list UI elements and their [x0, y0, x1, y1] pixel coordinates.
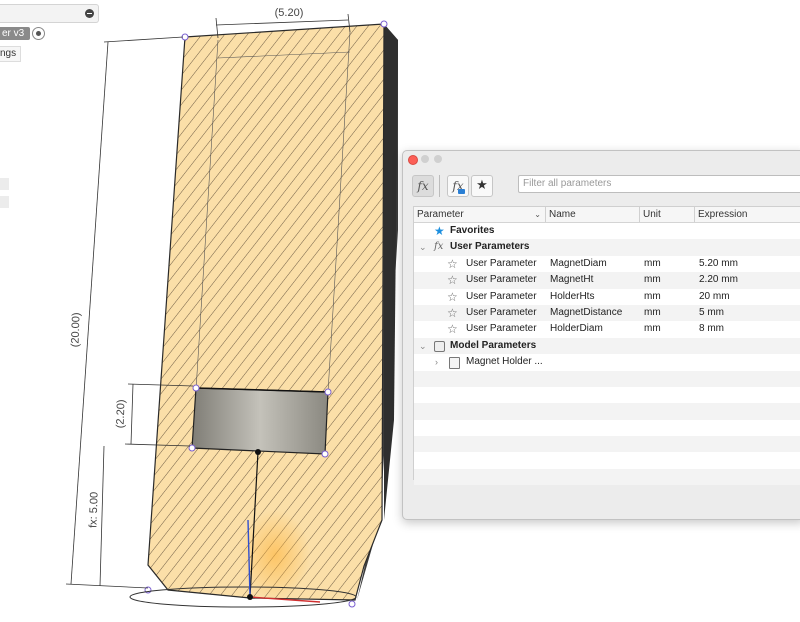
param-name[interactable]: MagnetDistance [550, 305, 622, 321]
column-label: Unit [643, 209, 661, 220]
table-row[interactable]: ☆ User Parameter MagnetHt mm 2.20 mm [414, 272, 800, 289]
param-name[interactable]: HolderHts [550, 289, 594, 305]
param-expression[interactable]: 5 mm [699, 305, 724, 321]
star-filled-icon: ★ [434, 224, 445, 238]
close-window-button[interactable] [408, 155, 418, 165]
param-unit[interactable]: mm [644, 305, 661, 321]
holder-front-face [147, 23, 385, 601]
model-parameters-group-row[interactable]: ⌄ Model Parameters [414, 337, 800, 355]
favorites-filter-button[interactable]: ★ [471, 175, 493, 197]
filter-parameters-input[interactable]: Filter all parameters [518, 175, 800, 193]
favorites-group-row[interactable]: ★ Favorites [414, 223, 800, 239]
param-name[interactable]: MagnetDiam [550, 256, 607, 272]
empty-row [414, 468, 800, 486]
zoom-window-button[interactable] [434, 155, 442, 163]
table-row[interactable]: ☆ User Parameter HolderDiam mm 8 mm [414, 321, 800, 337]
dimension-height[interactable]: (20.00) [69, 312, 82, 347]
browser-item-fragment [0, 196, 9, 208]
param-expression[interactable]: 20 mm [699, 289, 730, 305]
column-label: Parameter [417, 209, 464, 220]
param-name[interactable]: HolderDiam [550, 321, 603, 337]
param-type: User Parameter [466, 306, 537, 318]
param-type: User Parameter [466, 290, 537, 302]
chevron-down-icon[interactable]: ⌄ [419, 239, 427, 255]
param-type: User Parameter [466, 323, 537, 335]
browser-item-fragment [0, 178, 9, 190]
column-label: Expression [698, 209, 748, 220]
empty-row [414, 387, 800, 403]
dimension-magnet-offset[interactable]: fx: 5.00 [87, 492, 100, 528]
activate-radio-icon[interactable] [32, 27, 45, 40]
star-outline-icon[interactable]: ☆ [447, 305, 458, 321]
chevron-down-icon[interactable]: ⌄ [419, 338, 427, 354]
model-component-row[interactable]: › Magnet Holder ... [414, 354, 800, 370]
param-unit[interactable]: mm [644, 256, 661, 272]
dimension-slot-height[interactable]: (2.20) [115, 399, 128, 428]
empty-row [414, 452, 800, 468]
toolbar-divider [439, 175, 440, 197]
column-parameter[interactable]: Parameter ⌄ [414, 207, 546, 222]
table-row[interactable]: ☆ User Parameter MagnetDistance mm 5 mm [414, 304, 800, 322]
star-outline-icon[interactable]: ☆ [447, 272, 458, 288]
component-label: Magnet Holder ... [466, 356, 543, 368]
star-outline-icon[interactable]: ☆ [447, 289, 458, 305]
active-component-label[interactable]: er v3 [0, 27, 30, 40]
column-label: Name [549, 209, 576, 220]
user-parameters-group-row[interactable]: ⌄ fx User Parameters [414, 239, 800, 256]
param-unit[interactable]: mm [644, 272, 661, 288]
table-row[interactable]: ☆ User Parameter HolderHts mm 20 mm [414, 289, 800, 305]
user-parameter-button[interactable]: fx [412, 175, 434, 197]
star-outline-icon[interactable]: ☆ [447, 256, 458, 272]
star-icon: ★ [476, 178, 488, 193]
column-unit[interactable]: Unit [640, 207, 695, 222]
group-label: Favorites [450, 225, 495, 236]
parameters-table: Parameter ⌄ Name Unit Expression ★ Favor… [413, 206, 800, 486]
param-type: User Parameter [466, 274, 537, 286]
column-expression[interactable]: Expression [695, 207, 800, 222]
collapse-icon[interactable] [85, 9, 94, 18]
parameters-dialog: fx fx ★ Filter all parameters Parameter … [402, 150, 800, 520]
empty-row [414, 420, 800, 436]
plus-badge-icon [458, 189, 465, 194]
add-parameter-button[interactable]: fx [447, 175, 469, 197]
empty-row [414, 436, 800, 453]
param-name[interactable]: MagnetHt [550, 272, 593, 288]
empty-row [414, 370, 800, 387]
param-expression[interactable]: 2.20 mm [699, 272, 738, 288]
magnet-slot [191, 387, 329, 455]
document-settings-item[interactable]: ngs [0, 46, 21, 62]
table-row[interactable]: ☆ User Parameter MagnetDiam mm 5.20 mm [414, 256, 800, 272]
param-expression[interactable]: 5.20 mm [699, 256, 738, 272]
browser-panel-header[interactable] [0, 4, 99, 23]
column-name[interactable]: Name [546, 207, 640, 222]
dimension-width[interactable]: (5.20) [275, 7, 304, 19]
star-outline-icon[interactable]: ☆ [447, 321, 458, 337]
dialog-toolbar: fx fx ★ Filter all parameters [403, 173, 800, 201]
group-label: Model Parameters [450, 339, 537, 351]
param-type: User Parameter [466, 257, 537, 269]
dialog-titlebar[interactable] [403, 151, 800, 168]
chevron-right-icon[interactable]: › [435, 354, 438, 370]
chevron-down-icon: ⌄ [534, 210, 541, 219]
group-label: User Parameters [450, 241, 530, 253]
param-unit[interactable]: mm [644, 289, 661, 305]
minimize-window-button[interactable] [421, 155, 429, 163]
empty-row [414, 403, 800, 420]
param-expression[interactable]: 8 mm [699, 321, 724, 337]
param-unit[interactable]: mm [644, 321, 661, 337]
fx-icon: fx [434, 241, 444, 253]
table-header: Parameter ⌄ Name Unit Expression [414, 207, 800, 223]
